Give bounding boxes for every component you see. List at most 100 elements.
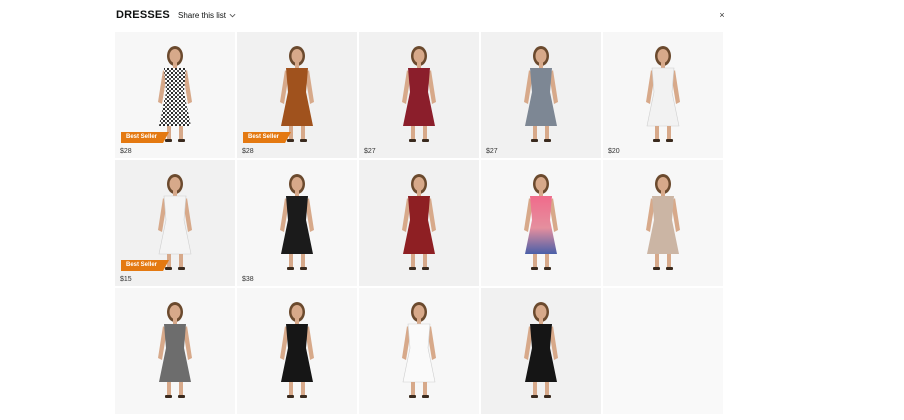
- head: [657, 49, 669, 63]
- best-seller-badge: Best Seller: [121, 260, 169, 271]
- left-shoe: [165, 139, 172, 142]
- head: [169, 49, 181, 63]
- head: [169, 177, 181, 191]
- product-tile[interactable]: [481, 160, 601, 286]
- price: $20: [608, 148, 620, 155]
- right-shoe: [178, 395, 185, 398]
- right-leg: [667, 254, 671, 268]
- neck: [539, 190, 543, 196]
- right-leg: [301, 254, 305, 268]
- right-leg: [179, 254, 183, 268]
- left-leg: [167, 382, 171, 396]
- dress-image: [646, 46, 680, 142]
- neck: [173, 318, 177, 324]
- left-leg: [533, 126, 537, 140]
- price: $15: [120, 276, 132, 283]
- best-seller-badge: Best Seller: [121, 132, 169, 143]
- share-list-button[interactable]: Share this list: [178, 11, 236, 20]
- product-tile[interactable]: $20: [603, 32, 723, 158]
- left-shoe: [653, 139, 660, 142]
- neck: [417, 318, 421, 324]
- dress-image: [524, 46, 558, 142]
- product-tile[interactable]: Best Seller $28: [237, 32, 357, 158]
- dress-image: [280, 174, 314, 270]
- dress-image: [524, 302, 558, 398]
- left-leg: [533, 382, 537, 396]
- dress-image: [158, 302, 192, 398]
- right-leg: [545, 126, 549, 140]
- list-title: DRESSES: [116, 9, 170, 21]
- right-shoe: [178, 267, 185, 270]
- left-leg: [655, 254, 659, 268]
- product-tile[interactable]: $27: [481, 32, 601, 158]
- left-shoe: [165, 395, 172, 398]
- head: [413, 177, 425, 191]
- left-leg: [411, 254, 415, 268]
- left-shoe: [287, 139, 294, 142]
- left-shoe: [287, 267, 294, 270]
- head: [657, 177, 669, 191]
- left-shoe: [287, 395, 294, 398]
- right-shoe: [666, 139, 673, 142]
- right-leg: [545, 254, 549, 268]
- product-grid: Best Seller $28 Best Seller $28 $27 $27 …: [115, 32, 725, 414]
- neck: [173, 190, 177, 196]
- product-tile[interactable]: $27: [359, 32, 479, 158]
- right-leg: [301, 382, 305, 396]
- product-tile[interactable]: [359, 288, 479, 414]
- dress-image: [280, 302, 314, 398]
- head: [413, 305, 425, 319]
- neck: [417, 62, 421, 68]
- left-leg: [533, 254, 537, 268]
- product-tile[interactable]: [115, 288, 235, 414]
- price: $28: [120, 148, 132, 155]
- list-header: DRESSES Share this list: [116, 8, 236, 22]
- right-leg: [423, 126, 427, 140]
- dress-image: [524, 174, 558, 270]
- dress-image: [402, 174, 436, 270]
- close-icon: ×: [719, 10, 725, 20]
- neck: [295, 318, 299, 324]
- price: $27: [364, 148, 376, 155]
- left-shoe: [165, 267, 172, 270]
- neck: [295, 190, 299, 196]
- chevron-down-icon: [229, 13, 236, 17]
- right-leg: [545, 382, 549, 396]
- price: $28: [242, 148, 254, 155]
- head: [291, 177, 303, 191]
- left-shoe: [531, 267, 538, 270]
- left-shoe: [531, 139, 538, 142]
- product-tile[interactable]: [359, 160, 479, 286]
- left-shoe: [653, 267, 660, 270]
- neck: [295, 62, 299, 68]
- head: [535, 49, 547, 63]
- price: $38: [242, 276, 254, 283]
- product-tile[interactable]: $38: [237, 160, 357, 286]
- left-leg: [289, 254, 293, 268]
- dress-image: [646, 174, 680, 270]
- empty-tile: [603, 288, 723, 414]
- left-shoe: [409, 267, 416, 270]
- head: [535, 177, 547, 191]
- head: [291, 49, 303, 63]
- product-tile[interactable]: [237, 288, 357, 414]
- dress-image: [402, 302, 436, 398]
- product-tile[interactable]: [603, 160, 723, 286]
- right-shoe: [666, 267, 673, 270]
- product-tile[interactable]: Best Seller $15: [115, 160, 235, 286]
- right-shoe: [300, 139, 307, 142]
- head: [535, 305, 547, 319]
- head: [291, 305, 303, 319]
- right-shoe: [422, 395, 429, 398]
- right-leg: [179, 382, 183, 396]
- right-shoe: [300, 395, 307, 398]
- right-leg: [423, 254, 427, 268]
- neck: [661, 190, 665, 196]
- neck: [539, 62, 543, 68]
- left-leg: [411, 382, 415, 396]
- right-shoe: [544, 139, 551, 142]
- close-button[interactable]: ×: [716, 9, 728, 21]
- right-leg: [301, 126, 305, 140]
- product-tile[interactable]: Best Seller $28: [115, 32, 235, 158]
- product-tile[interactable]: [481, 288, 601, 414]
